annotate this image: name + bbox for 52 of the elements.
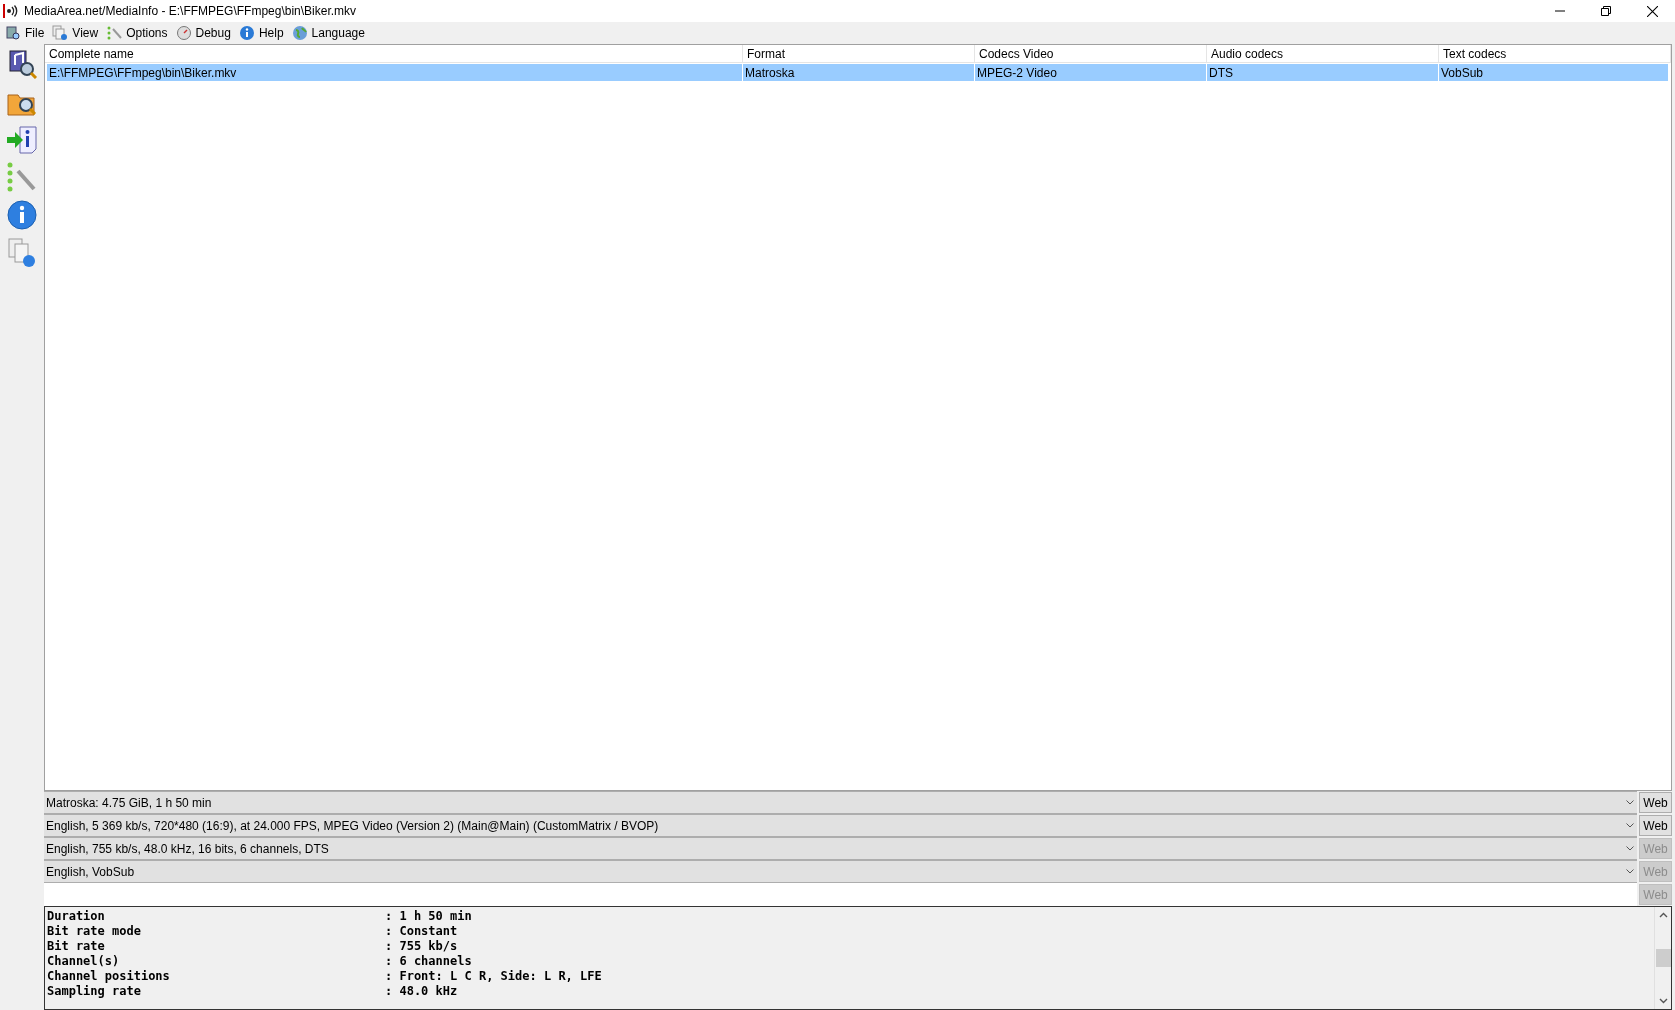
column-header[interactable]: Text codecs <box>1439 45 1671 62</box>
app-icon <box>2 3 18 19</box>
menu-item[interactable]: View <box>49 23 102 43</box>
scrollbar-thumb[interactable] <box>1655 949 1671 967</box>
documents-icon <box>52 25 69 41</box>
table-cell: DTS <box>1207 64 1439 81</box>
close-icon <box>1646 5 1658 17</box>
property-value: : 6 channels <box>385 954 472 969</box>
chevron-down-icon <box>1626 823 1634 828</box>
menu-item[interactable]: Debug <box>172 23 234 43</box>
scroll-up-icon[interactable] <box>1658 912 1668 918</box>
table-cell: VobSub <box>1439 64 1669 81</box>
chevron-down-icon <box>1626 869 1634 874</box>
table-cell: Matroska <box>743 64 975 81</box>
column-header[interactable]: Codecs Video <box>975 45 1207 62</box>
property-value: : Constant <box>385 924 458 939</box>
media-file-icon <box>5 25 21 41</box>
restore-icon <box>1601 6 1611 16</box>
menu-item[interactable]: Language <box>288 23 368 43</box>
property-label: Bit rate mode <box>47 924 142 939</box>
stream-dropdown[interactable]: English, 5 369 kb/s, 720*480 (16:9), at 24.000 FPS, MPEG Video (Version 2) (Main@Main) (CustomMatrix / BVOP) <box>44 814 1637 837</box>
gauge-icon <box>175 25 192 41</box>
column-header[interactable]: Complete name <box>45 45 743 62</box>
web-button[interactable]: Web <box>1639 815 1672 836</box>
table-cell: MPEG-2 Video <box>975 64 1207 81</box>
property-value: : 1 h 50 min <box>385 909 472 924</box>
info-icon[interactable] <box>5 198 39 232</box>
scroll-down-icon[interactable] <box>1658 998 1668 1004</box>
property-value: : 48.0 kHz <box>385 984 458 999</box>
chevron-down-icon <box>1626 800 1634 805</box>
property-label: Channel(s) <box>47 954 121 969</box>
menu-item[interactable]: Options <box>103 23 171 43</box>
chevron-down-icon <box>1626 846 1634 851</box>
menu-item[interactable]: File <box>2 23 48 43</box>
vertical-scrollbar[interactable] <box>1654 907 1671 1009</box>
stream-dropdown[interactable]: Matroska: 4.75 GiB, 1 h 50 min <box>44 791 1637 814</box>
property-value: : 755 kb/s <box>385 939 458 954</box>
property-value: : Front: L C R, Side: L R, LFE <box>385 969 602 984</box>
info-icon <box>238 25 255 41</box>
file-row[interactable]: E:\FFMPEG\FFmpeg\bin\Biker.mkv Matroska MPEG-2 Video DTS VobSub <box>47 64 1669 81</box>
column-header[interactable]: Audio codecs <box>1207 45 1439 62</box>
property-label: Channel positions <box>47 969 171 984</box>
property-label: Bit rate <box>47 939 106 954</box>
column-header[interactable]: Format <box>743 45 975 62</box>
property-label: Duration <box>47 909 106 924</box>
list-wrench-icon <box>106 25 123 41</box>
window-title: MediaArea.net/MediaInfo - E:\FFMPEG\FFmpeg\bin\Biker.mkv <box>24 3 357 20</box>
menu-item[interactable]: Help <box>235 23 287 43</box>
web-button[interactable]: Web <box>1639 792 1672 813</box>
property-label: Sampling rate <box>47 984 142 999</box>
globe-icon <box>291 25 308 41</box>
table-cell: E:\FFMPEG\FFmpeg\bin\Biker.mkv <box>47 64 743 81</box>
